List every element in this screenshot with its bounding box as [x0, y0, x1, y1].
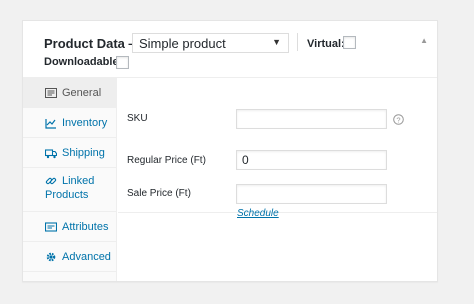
help-icon[interactable]: ?	[393, 112, 404, 125]
general-options-panel: SKU ? Regular Price (Ft) Sale Price (Ft)…	[118, 78, 437, 219]
product-type-select[interactable]: Simple product ▼	[132, 33, 289, 53]
sale-price-label: Sale Price (Ft)	[127, 188, 191, 199]
downloadable-checkbox[interactable]	[116, 56, 129, 69]
virtual-label: Virtual:	[307, 38, 345, 50]
svg-text:?: ?	[396, 115, 400, 124]
virtual-checkbox[interactable]	[343, 36, 356, 49]
tab-label: Attributes	[62, 220, 109, 233]
tab-shipping[interactable]: Shipping	[23, 138, 116, 168]
shipping-icon	[45, 147, 57, 159]
attributes-icon	[45, 221, 57, 233]
gear-icon	[45, 251, 57, 263]
chevron-down-icon: ▼	[272, 37, 281, 47]
collapse-arrow-icon[interactable]: ▲	[420, 36, 428, 45]
regular-price-input[interactable]	[236, 150, 387, 170]
panel-header: Product Data — Simple product ▼ Virtual:…	[23, 21, 437, 78]
sale-price-input[interactable]	[236, 184, 387, 204]
tab-general[interactable]: General	[23, 78, 116, 108]
downloadable-label: Downloadable:	[44, 56, 123, 68]
sku-input[interactable]	[236, 109, 387, 129]
product-type-value: Simple product	[139, 36, 226, 51]
product-data-panel: Product Data — Simple product ▼ Virtual:…	[22, 20, 438, 282]
product-data-tabs: General Inventory Shipping Linked Produc…	[23, 78, 117, 281]
panel-title: Product Data —	[44, 36, 142, 51]
tab-linked-products[interactable]: Linked Products	[23, 168, 116, 212]
header-divider	[297, 33, 298, 51]
tab-label: Shipping	[62, 146, 105, 159]
tab-inventory[interactable]: Inventory	[23, 108, 116, 138]
sku-label: SKU	[127, 113, 148, 124]
tab-label: Advanced	[62, 250, 111, 263]
tab-advanced[interactable]: Advanced	[23, 242, 116, 272]
tab-label: General	[62, 86, 102, 99]
tab-attributes[interactable]: Attributes	[23, 212, 116, 242]
regular-price-label: Regular Price (Ft)	[127, 155, 206, 166]
tab-label: Linked Products	[45, 175, 95, 201]
inventory-icon	[45, 117, 57, 129]
general-icon	[45, 87, 57, 99]
schedule-link[interactable]: Schedule	[237, 208, 279, 219]
tab-label: Inventory	[62, 116, 108, 129]
